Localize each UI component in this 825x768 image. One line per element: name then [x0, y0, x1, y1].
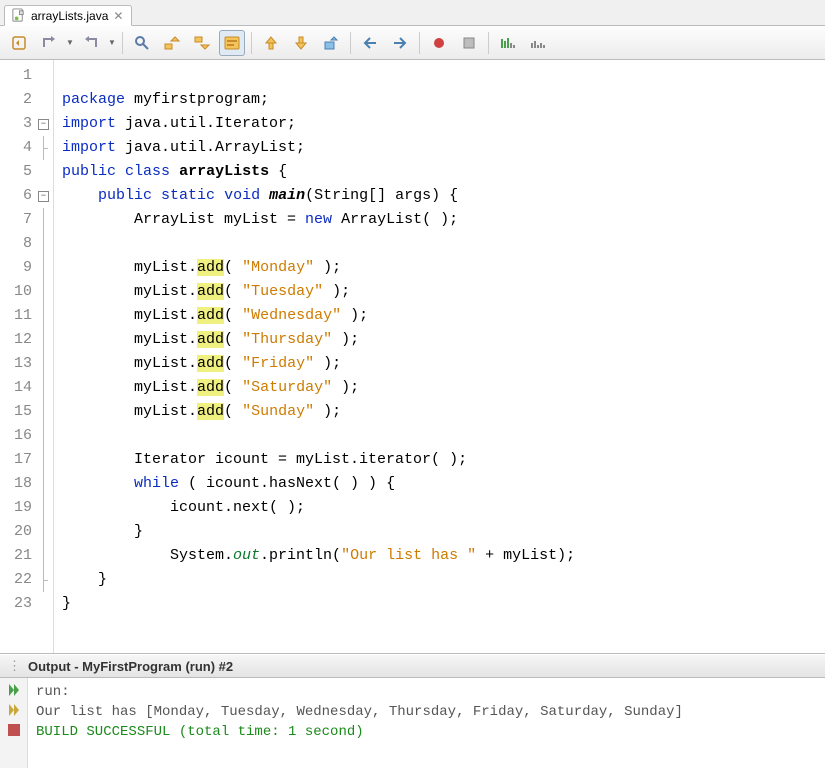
stop-output-icon[interactable]	[6, 722, 22, 738]
file-tab[interactable]: arrayLists.java ✕	[4, 5, 132, 26]
output-text[interactable]: run:Our list has [Monday, Tuesday, Wedne…	[28, 678, 825, 768]
forward-nav-icon[interactable]	[78, 30, 104, 56]
editor-toolbar: ▼ ▼	[0, 26, 825, 60]
comment-icon[interactable]	[495, 30, 521, 56]
output-panel: run:Our list has [Monday, Tuesday, Wedne…	[0, 678, 825, 768]
toggle-highlight-icon[interactable]	[219, 30, 245, 56]
back-nav-dropdown[interactable]: ▼	[66, 38, 74, 47]
toolbar-separator	[488, 32, 489, 54]
find-next-icon[interactable]	[189, 30, 215, 56]
line-number-gutter: 123−456−7891011121314151617181920212223	[0, 60, 54, 653]
fold-toggle-icon[interactable]: −	[38, 119, 49, 130]
macro-record-icon[interactable]	[426, 30, 452, 56]
output-title-label: Output - MyFirstProgram (run) #2	[28, 659, 233, 674]
run-again-icon[interactable]	[6, 702, 22, 718]
file-tab-label: arrayLists.java	[31, 9, 108, 23]
toolbar-separator	[251, 32, 252, 54]
uncomment-icon[interactable]	[525, 30, 551, 56]
shift-right-icon[interactable]	[387, 30, 413, 56]
forward-nav-dropdown[interactable]: ▼	[108, 38, 116, 47]
toolbar-separator	[122, 32, 123, 54]
tab-bar: arrayLists.java ✕	[0, 0, 825, 26]
grip-icon: ⋮	[8, 658, 22, 674]
find-prev-icon[interactable]	[159, 30, 185, 56]
fold-toggle-icon[interactable]: −	[38, 191, 49, 202]
output-gutter	[0, 678, 28, 768]
run-icon[interactable]	[6, 682, 22, 698]
back-nav-icon[interactable]	[36, 30, 62, 56]
code-area[interactable]: package myfirstprogram;import java.util.…	[54, 60, 825, 653]
output-panel-title[interactable]: ⋮ Output - MyFirstProgram (run) #2	[0, 654, 825, 678]
prev-bookmark-icon[interactable]	[258, 30, 284, 56]
toolbar-separator	[350, 32, 351, 54]
java-file-icon	[11, 8, 26, 23]
next-bookmark-icon[interactable]	[288, 30, 314, 56]
code-editor[interactable]: 123−456−7891011121314151617181920212223 …	[0, 60, 825, 654]
close-tab-icon[interactable]: ✕	[113, 9, 123, 23]
toggle-bookmark-icon[interactable]	[318, 30, 344, 56]
toolbar-separator	[419, 32, 420, 54]
last-edit-icon[interactable]	[6, 30, 32, 56]
macro-stop-icon[interactable]	[456, 30, 482, 56]
find-selection-icon[interactable]	[129, 30, 155, 56]
shift-left-icon[interactable]	[357, 30, 383, 56]
